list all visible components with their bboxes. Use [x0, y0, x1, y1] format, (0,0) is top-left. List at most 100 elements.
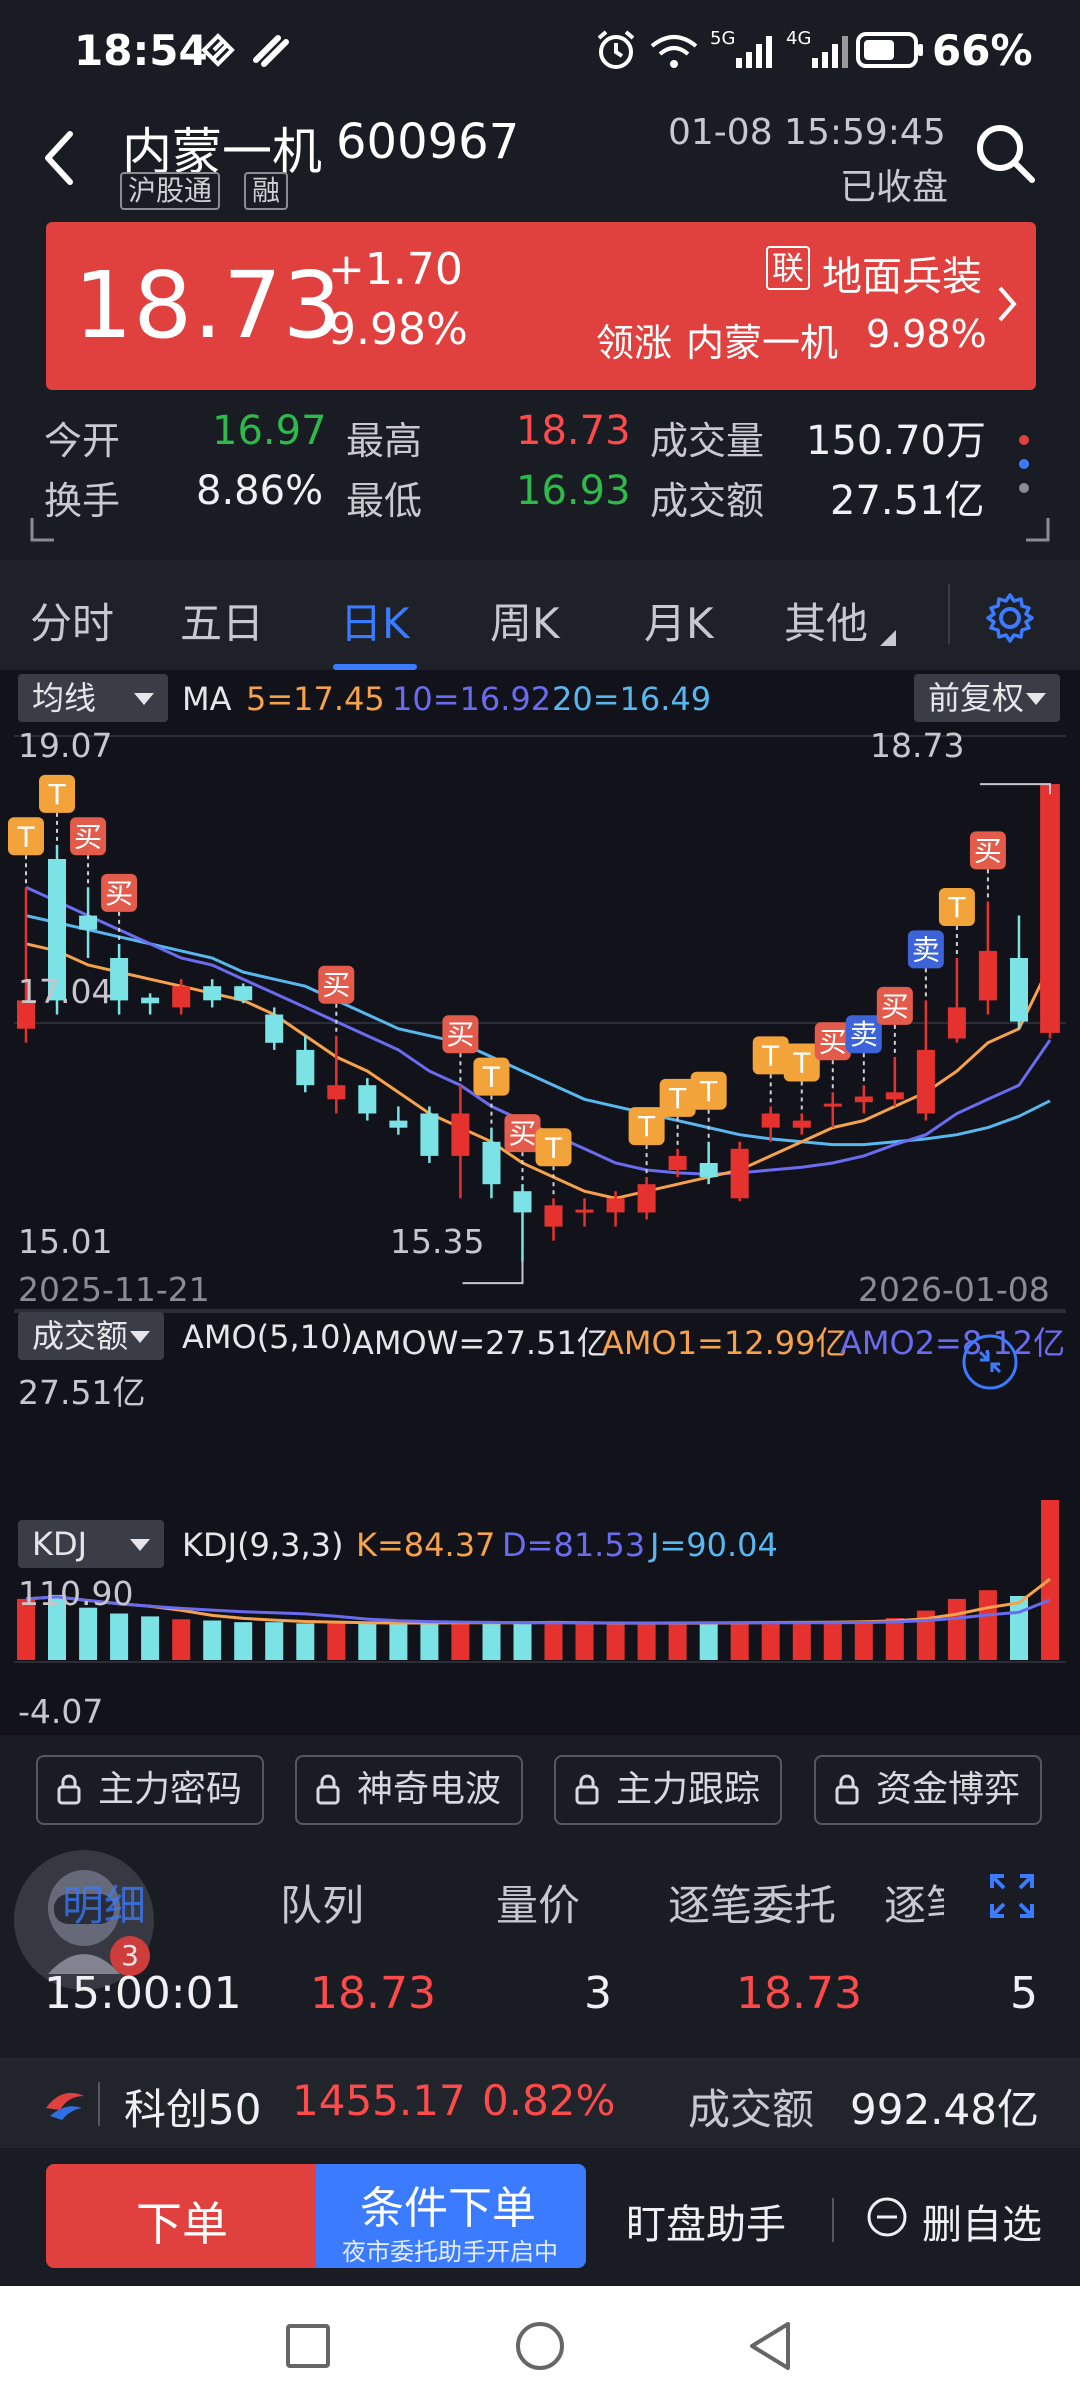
candle-body [947, 1007, 966, 1039]
signal-badge-text: 卖 [850, 1018, 878, 1051]
signal-badge-text: T [16, 820, 35, 853]
settings-gear-icon[interactable] [984, 592, 1036, 644]
kdj-j-value: J=90.04 [650, 1526, 778, 1564]
tool-main-force-code[interactable]: 主力密码 [36, 1755, 264, 1825]
amo1-line [25, 1577, 1051, 1625]
conditional-order-button[interactable]: 条件下单 夜市委托助手开启中 [316, 2164, 586, 2268]
amount-bar [110, 1613, 129, 1660]
max-price-marker: 18.73 [870, 726, 965, 765]
signal-badge-text: 买 [322, 969, 350, 1002]
tool-magic-wave[interactable]: 神奇电波 [295, 1755, 523, 1825]
signal-badge-text: 买 [446, 1018, 474, 1051]
kline-chart-area[interactable]: 均线 MA 5=17.45 10=16.92 20=16.49 前复权 TT买买… [0, 670, 1080, 1735]
candle-body [823, 1103, 842, 1107]
search-icon[interactable] [974, 122, 1038, 186]
chevron-down-icon [130, 1331, 150, 1343]
back-nav-icon[interactable] [746, 2320, 794, 2372]
date-start: 2025-11-21 [18, 1270, 210, 1309]
low-value: 16.93 [516, 468, 631, 514]
more-dots-icon[interactable] [1014, 430, 1034, 500]
amount-bar [420, 1622, 439, 1660]
adjust-selector[interactable]: 前复权 [914, 674, 1060, 722]
max-marker-line [980, 783, 1051, 795]
amount-bar [513, 1623, 532, 1660]
chevron-down-icon [130, 1539, 150, 1551]
signal-badge-text: T [947, 891, 966, 924]
system-nav-bar [0, 2286, 1080, 2400]
kdj-axis-top: 110.90 [18, 1574, 134, 1613]
candle-body [451, 1113, 470, 1156]
signal-badge-text: T [47, 778, 66, 811]
index-logo-icon [46, 2092, 84, 2120]
home-icon[interactable] [514, 2320, 566, 2372]
net-label-4g: 4G [786, 28, 811, 49]
tab-other[interactable]: 其他 [784, 590, 868, 651]
net-label-5g: 5G [710, 28, 735, 49]
tab-detail[interactable]: 明细 [62, 1872, 146, 1933]
tab-volume-price[interactable]: 量价 [496, 1872, 580, 1933]
dropdown-corner-icon [880, 630, 896, 646]
candle-body [916, 1049, 935, 1114]
signal-badge-text: T [544, 1131, 563, 1164]
amount-bar [606, 1623, 625, 1660]
volume-selector[interactable]: 成交额 [18, 1312, 164, 1360]
leader-name: 内蒙一机 [686, 321, 839, 365]
amount-bar [296, 1623, 315, 1660]
amount-bar [699, 1622, 718, 1660]
amount-bar [451, 1621, 470, 1660]
amount-bar [172, 1619, 191, 1660]
min-price-marker: 15.35 [390, 1222, 485, 1261]
ma-selector[interactable]: 均线 [18, 674, 168, 722]
notification-icons [201, 33, 289, 67]
kdj-k-value: K=84.37 [356, 1526, 496, 1564]
detail-price: 18.73 [310, 1968, 436, 2019]
collapse-arrows-icon[interactable] [958, 1330, 1022, 1394]
tool-label: 主力密码 [98, 1769, 243, 1810]
lock-icon [575, 1774, 599, 1805]
kdj-selector[interactable]: KDJ [18, 1520, 164, 1568]
sector-badge: 联 [766, 246, 811, 290]
volume-label: 成交量 [650, 419, 765, 463]
order-button[interactable]: 下单 [46, 2164, 316, 2268]
index-amount-label: 成交额 [688, 2085, 815, 2134]
candle-body [637, 1184, 656, 1213]
index-value: 1455.17 [292, 2076, 466, 2125]
recents-icon[interactable] [284, 2322, 332, 2370]
alarm-icon [597, 30, 635, 69]
remove-watchlist-button[interactable]: 删自选 [866, 2186, 1066, 2248]
tab-tick-more[interactable]: 逐笔 [884, 1872, 944, 1933]
tab-weekly-k[interactable]: 周K [490, 590, 560, 651]
amount-bar [947, 1598, 966, 1660]
wifi-icon [650, 35, 698, 68]
quote-stats: 今开 16.97 最高 18.73 成交量 150.70万 换手 8.86% 最… [30, 400, 1050, 550]
candle-body [792, 1120, 811, 1128]
tab-five-day[interactable]: 五日 [180, 590, 264, 651]
candle-body [978, 950, 997, 1001]
candle-body [482, 1141, 501, 1185]
candle-body [265, 1014, 284, 1043]
signal-badge-text: T [699, 1075, 718, 1108]
amount-bar [203, 1620, 222, 1660]
tab-intraday[interactable]: 分时 [30, 590, 114, 651]
quote-datetime: 01-08 15:59:45 [668, 112, 946, 153]
tab-tick-entrust[interactable]: 逐笔委托 [668, 1872, 836, 1933]
tool-fund-game[interactable]: 资金博弈 [814, 1755, 1042, 1825]
trade-detail-panel: 3 明细 队列 量价 逐笔委托 逐笔 15:00:01 18.73 3 18.7… [0, 1850, 1080, 2050]
index-ticker-bar[interactable]: 科创50 1455.17 0.82% 成交额 992.48亿 [0, 2058, 1080, 2148]
index-name: 科创50 [124, 2085, 262, 2134]
tool-main-force-track[interactable]: 主力跟踪 [554, 1755, 782, 1825]
candle-body [389, 1120, 408, 1128]
signal-badge-text: T [761, 1039, 780, 1072]
tab-daily-k[interactable]: 日K [340, 590, 410, 651]
back-icon[interactable] [40, 128, 80, 188]
fullscreen-icon[interactable] [988, 1872, 1036, 1920]
chevron-right-icon[interactable] [996, 284, 1020, 324]
signal-badge-text: T [792, 1046, 811, 1079]
order-label: 下单 [136, 2197, 228, 2251]
cond-order-sub: 夜市委托助手开启中 [342, 2238, 558, 2266]
tab-monthly-k[interactable]: 月K [644, 590, 714, 651]
tab-queue[interactable]: 队列 [280, 1872, 364, 1933]
expand-corners-icon[interactable] [30, 516, 1050, 546]
candle-body [203, 986, 222, 1001]
monitor-assistant-button[interactable]: 盯盘助手 [626, 2192, 786, 2250]
